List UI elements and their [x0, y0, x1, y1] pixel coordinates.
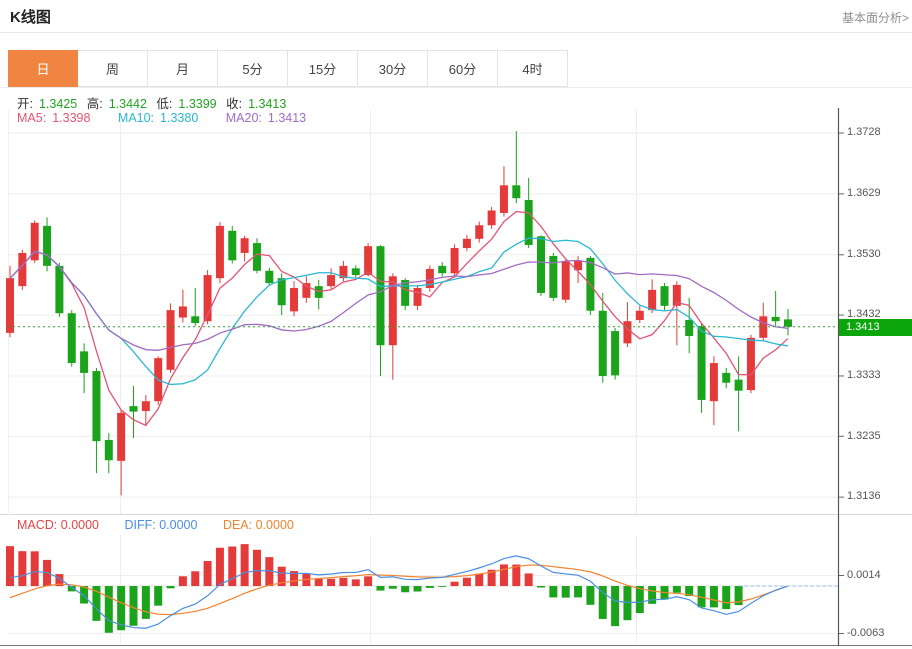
diff-label: DIFF: [124, 518, 155, 532]
ohlc-readout: 开: 1.3425 高: 1.3442 低: 1.3399 收: 1.3413 [17, 93, 292, 112]
ma5-value: 1.3398 [52, 111, 90, 125]
ma20-label: MA20: [226, 111, 262, 125]
y-tick-7: 1.3136 [847, 490, 907, 502]
ma20-value: 1.3413 [268, 111, 306, 125]
close-value: 1.3413 [248, 97, 286, 111]
y-tick-1: 1.3728 [847, 126, 907, 138]
dea-value: 0.0000 [256, 518, 294, 532]
kline-page: K线图 基本面分析> 日 周 月 5分 15分 30分 60分 4时 开:1.3… [0, 0, 912, 649]
open-label: 开: [17, 97, 33, 111]
macd-tick-1: 0.0014 [847, 569, 907, 581]
ma10-value: 1.3380 [160, 111, 198, 125]
macd-label: MACD: [17, 518, 57, 532]
ma10-label: MA10: [118, 111, 154, 125]
low-label: 低: [156, 97, 172, 111]
macd-value: 0.0000 [61, 518, 99, 532]
y-tick-2: 1.3629 [847, 187, 907, 199]
y-tick-5: 1.3333 [847, 369, 907, 381]
ma5-label: MA5: [17, 111, 46, 125]
y-tick-6: 1.3235 [847, 430, 907, 442]
diff-value: 0.0000 [159, 518, 197, 532]
ma-readout: MA5: 1.3398 MA10: 1.3380 MA20: 1.3413 [17, 111, 312, 125]
low-value: 1.3399 [178, 97, 216, 111]
close-label: 收: [226, 97, 242, 111]
open-value: 1.3425 [39, 97, 77, 111]
high-label: 高: [87, 97, 103, 111]
dea-label: DEA: [223, 518, 252, 532]
macd-readout: MACD: 0.0000 DIFF: 0.0000 DEA: 0.0000 [17, 518, 294, 532]
high-value: 1.3442 [109, 97, 147, 111]
macd-tick-2: -0.0063 [847, 627, 907, 639]
y-tick-3: 1.3530 [847, 248, 907, 260]
current-price-badge: 1.3413 [839, 319, 912, 336]
